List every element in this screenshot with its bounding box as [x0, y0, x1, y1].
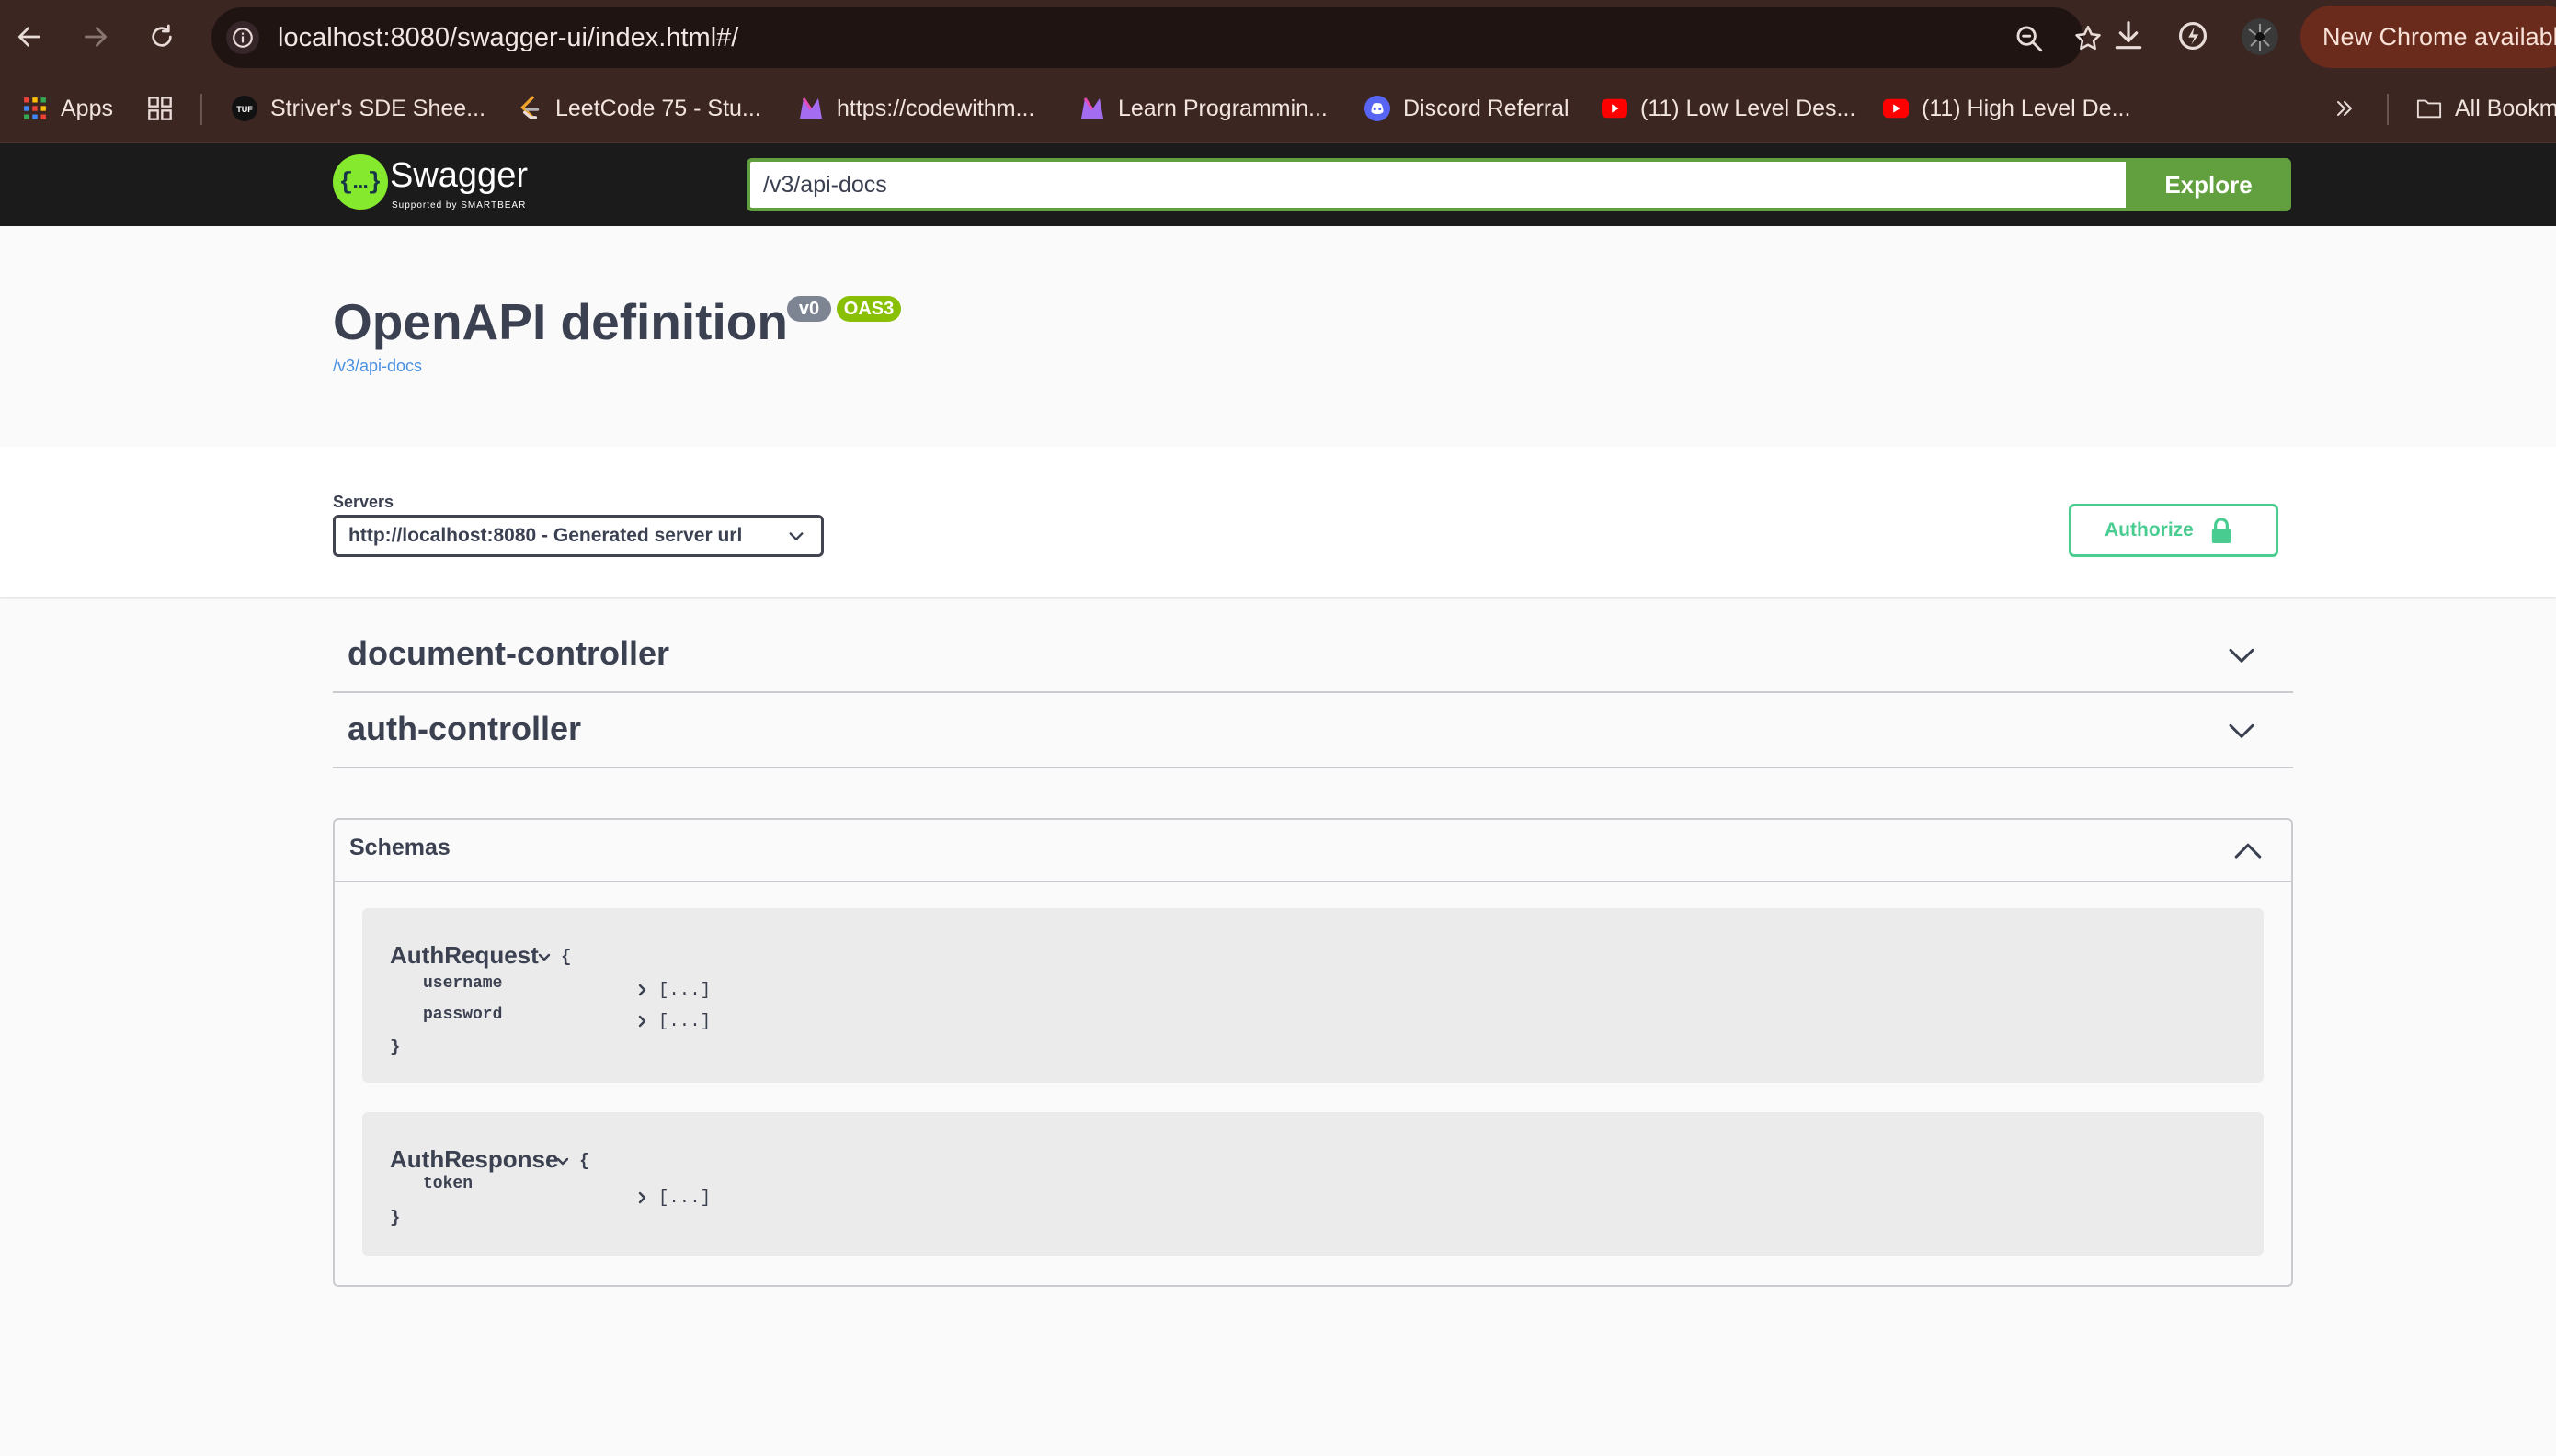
tab-groups-icon: [147, 96, 173, 121]
svg-text:TUF: TUF: [236, 105, 253, 114]
bookmark-label: (11) High Level De...: [1922, 95, 2131, 121]
bookmark-label: Learn Programmin...: [1118, 95, 1328, 121]
leetcode-favicon: [517, 96, 542, 121]
tag-title: document-controller: [348, 634, 670, 672]
chevron-up-icon[interactable]: [2232, 835, 2264, 866]
spec-link[interactable]: /v3/api-docs: [333, 357, 422, 376]
oas-badge: OAS3: [837, 296, 901, 322]
bookmark-label: All Bookmarks: [2455, 95, 2556, 121]
servers-label: Servers: [333, 493, 394, 511]
bookmark-separator: [2387, 94, 2389, 125]
codewithmosh-favicon: [1079, 96, 1105, 121]
bookmark-discord[interactable]: Discord Referral: [1364, 74, 1569, 143]
all-bookmarks-button[interactable]: All Bookmarks: [2416, 74, 2556, 143]
arrow-right-icon: [85, 27, 107, 47]
chevron-down-icon[interactable]: [537, 950, 552, 965]
servers-select[interactable]: http://localhost:8080 - Generated server…: [333, 515, 824, 557]
property-value[interactable]: [...]: [636, 1011, 711, 1031]
chevron-down-icon[interactable]: [2227, 642, 2256, 671]
bookmark-label: (11) Low Level Des...: [1640, 95, 1856, 121]
arrow-left-icon: [18, 27, 40, 47]
open-brace: {: [579, 1151, 590, 1171]
back-button[interactable]: [11, 18, 48, 55]
browser-toolbar: localhost:8080/swagger-ui/index.html#/ N…: [0, 0, 2556, 74]
property-value[interactable]: [...]: [636, 980, 711, 1000]
bookmark-apps[interactable]: Apps: [22, 74, 113, 143]
servers-section: Servers http://localhost:8080 - Generate…: [0, 447, 2556, 597]
authorize-label: Authorize: [2105, 519, 2194, 540]
address-url[interactable]: localhost:8080/swagger-ui/index.html#/: [278, 7, 738, 68]
zoom-icon[interactable]: [2014, 23, 2045, 54]
authorize-button[interactable]: Authorize: [2069, 504, 2278, 557]
bookmark-separator: [200, 94, 202, 125]
performance-icon[interactable]: [2175, 18, 2210, 53]
tuf-favicon: TUF: [232, 96, 257, 121]
address-bar[interactable]: localhost:8080/swagger-ui/index.html#/: [211, 7, 2101, 68]
api-info: OpenAPI definition v0 OAS3 /v3/api-docs: [0, 226, 2556, 447]
chevron-down-icon[interactable]: [555, 1155, 570, 1169]
site-info-icon[interactable]: [226, 21, 259, 54]
schemas-header[interactable]: Schemas: [335, 820, 2291, 882]
more-bookmarks-button[interactable]: [2332, 74, 2370, 143]
model-auth-request: AuthRequest { username [...] password [.…: [362, 908, 2264, 1083]
bookmark-label: https://codewithm...: [837, 95, 1035, 121]
swagger-topbar: {…} Swagger Supported by SMARTBEAR /v3/a…: [0, 143, 2556, 226]
property-name: token: [423, 1175, 474, 1193]
bookmark-label: Striver's SDE Shee...: [270, 95, 486, 121]
close-brace: }: [390, 1037, 401, 1057]
tag-auth-controller[interactable]: auth-controller: [333, 693, 2293, 768]
download-icon[interactable]: [2111, 18, 2146, 53]
model-name[interactable]: AuthResponse: [390, 1145, 558, 1174]
bookmark-codewithmosh[interactable]: https://codewithm...: [798, 74, 1034, 143]
chevron-down-icon: [789, 532, 804, 540]
chevron-right-icon: [638, 1191, 646, 1204]
property-value[interactable]: [...]: [636, 1188, 711, 1208]
model-auth-response: AuthResponse { token [...] }: [362, 1112, 2264, 1256]
chevron-right-icon: [638, 984, 646, 996]
bookmark-star-icon[interactable]: [2072, 23, 2104, 54]
spec-url-input[interactable]: /v3/api-docs: [747, 158, 2126, 211]
bookmark-label: Apps: [61, 95, 113, 121]
chrome-update-button[interactable]: New Chrome available: [2300, 6, 2556, 68]
property-name: password: [423, 1006, 503, 1024]
chevron-down-icon[interactable]: [2227, 717, 2256, 746]
discord-favicon: [1364, 96, 1390, 121]
codewithmosh-favicon: [798, 96, 824, 121]
schemas-title: Schemas: [349, 835, 451, 860]
swagger-brand: Swagger: [390, 156, 528, 195]
bookmark-high-level-design[interactable]: (11) High Level De...: [1883, 74, 2130, 143]
servers-selected-value: http://localhost:8080 - Generated server…: [348, 525, 743, 546]
explore-button[interactable]: Explore: [2126, 158, 2291, 211]
reload-icon: [152, 24, 172, 47]
youtube-favicon: [1602, 96, 1627, 121]
tab-groups-button[interactable]: [147, 74, 186, 143]
reload-button[interactable]: [143, 18, 180, 55]
lock-icon: [2211, 518, 2231, 543]
chevron-right-icon: [638, 1015, 646, 1028]
schemas-section: Schemas AuthRequest { username [...] pas…: [333, 818, 2293, 1287]
apps-grid-icon: [22, 96, 48, 121]
model-name[interactable]: AuthRequest: [390, 941, 539, 970]
bookmark-striver[interactable]: TUF Striver's SDE Shee...: [232, 74, 485, 143]
forward-button[interactable]: [77, 18, 114, 55]
bookmark-label: LeetCode 75 - Stu...: [555, 95, 761, 121]
tag-title: auth-controller: [348, 710, 582, 747]
close-brace: }: [390, 1208, 401, 1228]
page-title: OpenAPI definition: [333, 293, 788, 350]
version-badge: v0: [787, 296, 831, 322]
open-brace: {: [561, 947, 572, 967]
property-name: username: [423, 974, 503, 993]
bookmark-learn-programming[interactable]: Learn Programmin...: [1079, 74, 1328, 143]
double-chevron-right-icon: [2332, 96, 2357, 121]
bookmark-leetcode[interactable]: LeetCode 75 - Stu...: [517, 74, 761, 143]
folder-icon: [2416, 96, 2442, 121]
bookmarks-bar: Apps TUF Striver's SDE Shee... LeetCode …: [0, 74, 2556, 143]
bookmark-low-level-design[interactable]: (11) Low Level Des...: [1602, 74, 1855, 143]
profile-avatar[interactable]: [2242, 18, 2278, 55]
bookmark-label: Discord Referral: [1403, 95, 1569, 121]
tag-document-controller[interactable]: document-controller: [333, 618, 2293, 693]
swagger-logo-icon[interactable]: {…}: [333, 154, 388, 210]
youtube-favicon: [1883, 96, 1909, 121]
swagger-brand-sub: Supported by SMARTBEAR: [392, 200, 527, 210]
